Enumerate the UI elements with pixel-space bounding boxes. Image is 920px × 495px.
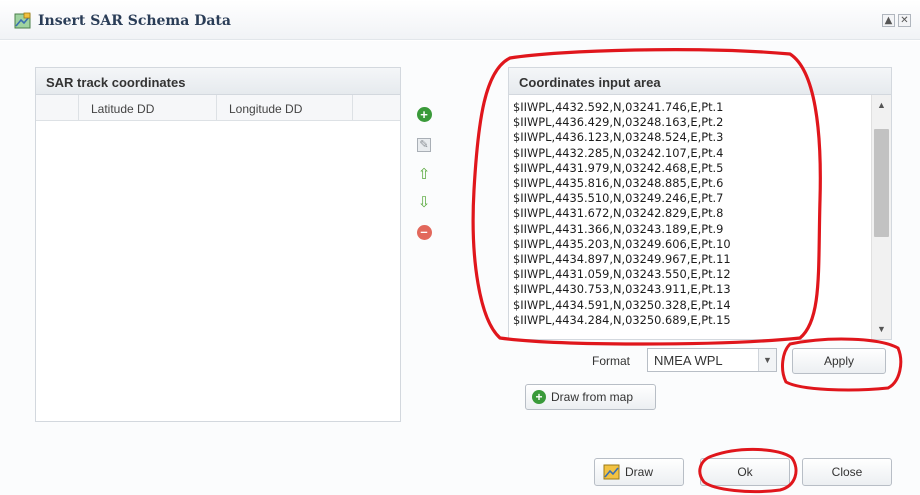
coordinates-text: $IIWPL,4432.592,N,03241.746,E,Pt.1 $IIWPL… — [513, 100, 863, 328]
plus-circle-icon: + — [532, 390, 546, 404]
coordinates-scrollbar[interactable]: ▲ ▼ — [871, 95, 891, 339]
grid-column-extra[interactable] — [353, 95, 400, 121]
restore-button[interactable]: ▲ — [882, 14, 895, 27]
arrow-down-icon: ⇩ — [417, 194, 431, 211]
map-edit-icon — [14, 12, 31, 29]
scroll-down-arrow-icon[interactable]: ▼ — [872, 321, 891, 337]
draw-button-label: Draw — [625, 465, 654, 479]
apply-button[interactable]: Apply — [792, 348, 886, 374]
grid-column-index[interactable] — [36, 95, 79, 121]
coordinates-grid-body[interactable] — [36, 121, 400, 421]
remove-row-button[interactable]: – — [413, 222, 435, 242]
coordinates-input-title: Coordinates input area — [509, 68, 891, 95]
coordinate-line: $IIWPL,4430.753,N,03243.911,E,Pt.13 — [513, 282, 731, 297]
format-select[interactable]: NMEA WPL ▼ — [647, 348, 777, 372]
close-window-button[interactable]: ✕ — [898, 14, 911, 27]
arrow-up-icon: ⇧ — [417, 166, 431, 183]
coordinate-line: $IIWPL,4435.203,N,03249.606,E,Pt.10 — [513, 236, 731, 251]
coordinate-line: $IIWPL,4431.979,N,03242.468,E,Pt.5 — [513, 160, 724, 175]
coordinate-line: $IIWPL,4431.059,N,03243.550,E,Pt.12 — [513, 267, 731, 282]
coordinates-input-panel: Coordinates input area $IIWPL,4432.592,N… — [508, 67, 892, 340]
sar-track-panel-title: SAR track coordinates — [36, 68, 400, 95]
close-button[interactable]: Close — [802, 458, 892, 486]
coordinate-line: $IIWPL,4436.429,N,03248.163,E,Pt.2 — [513, 115, 724, 130]
dialog-title: Insert SAR Schema Data — [38, 13, 231, 29]
draw-button[interactable]: Draw — [594, 458, 684, 486]
coordinates-textarea[interactable]: $IIWPL,4432.592,N,03241.746,E,Pt.1 $IIWPL… — [509, 95, 871, 339]
collapse-icon: ▲ — [884, 15, 893, 26]
format-label: Format — [592, 354, 631, 368]
move-down-button[interactable]: ⇩ — [413, 192, 435, 212]
scroll-up-arrow-icon[interactable]: ▲ — [872, 97, 891, 113]
insert-sar-schema-dialog: Insert SAR Schema Data ▲ ✕ SAR track coo… — [0, 0, 920, 495]
coordinate-line: $IIWPL,4432.592,N,03241.746,E,Pt.1 — [513, 100, 724, 114]
close-icon: ✕ — [900, 15, 909, 26]
draw-from-map-label: Draw from map — [551, 390, 634, 404]
title-bar[interactable]: Insert SAR Schema Data ▲ ✕ — [0, 0, 920, 40]
chevron-down-icon[interactable]: ▼ — [758, 349, 776, 371]
ok-button[interactable]: Ok — [700, 458, 790, 486]
format-selected-value: NMEA WPL — [654, 353, 723, 368]
coordinate-line: $IIWPL,4436.123,N,03248.524,E,Pt.3 — [513, 130, 724, 145]
coordinate-line: $IIWPL,4435.816,N,03248.885,E,Pt.6 — [513, 176, 724, 191]
plus-circle-icon: + — [416, 106, 432, 122]
add-row-button[interactable]: + — [413, 104, 435, 124]
coordinate-line: $IIWPL,4432.285,N,03242.107,E,Pt.4 — [513, 145, 724, 160]
draw-from-map-button[interactable]: + Draw from map — [525, 384, 656, 410]
edit-icon: ✎ — [417, 138, 431, 152]
grid-column-latitude[interactable]: Latitude DD — [79, 95, 217, 121]
coordinate-line: $IIWPL,4434.284,N,03250.689,E,Pt.15 — [513, 312, 731, 327]
coordinate-line: $IIWPL,4434.897,N,03249.967,E,Pt.11 — [513, 252, 731, 267]
edit-row-button[interactable]: ✎ — [413, 135, 435, 155]
move-up-button[interactable]: ⇧ — [413, 164, 435, 184]
scrollbar-thumb[interactable] — [874, 129, 889, 237]
sar-track-panel: SAR track coordinates Latitude DD Longit… — [35, 67, 401, 422]
map-draw-icon — [603, 464, 620, 480]
coordinate-line: $IIWPL,4431.366,N,03243.189,E,Pt.9 — [513, 221, 724, 236]
coordinates-grid-header: Latitude DD Longitude DD — [36, 95, 400, 121]
grid-column-longitude[interactable]: Longitude DD — [217, 95, 353, 121]
minus-circle-icon: – — [416, 224, 432, 240]
coordinate-line: $IIWPL,4431.672,N,03242.829,E,Pt.8 — [513, 206, 724, 221]
coordinate-line: $IIWPL,4435.510,N,03249.246,E,Pt.7 — [513, 191, 724, 206]
coordinate-line: $IIWPL,4434.591,N,03250.328,E,Pt.14 — [513, 297, 731, 312]
